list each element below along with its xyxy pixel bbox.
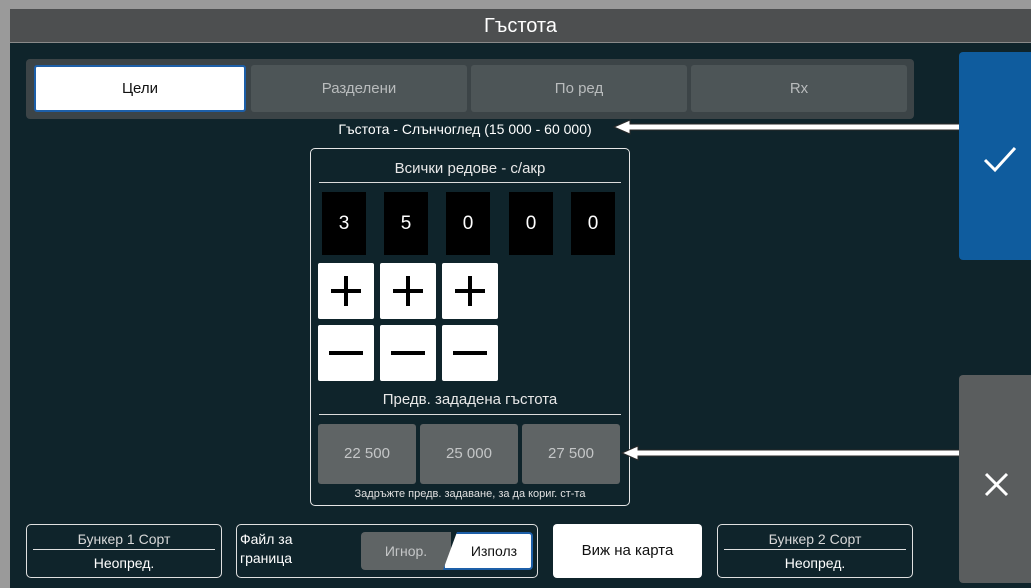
- cancel-button[interactable]: [959, 375, 1031, 583]
- check-icon: [983, 146, 1017, 173]
- plus-icon: [455, 276, 485, 306]
- tab-by-row[interactable]: По ред: [471, 65, 687, 112]
- boundary-file-toggle[interactable]: Игнор. Използ: [361, 532, 533, 570]
- tab-split[interactable]: Разделени: [251, 65, 467, 112]
- bin2-variety-box[interactable]: Бункер 2 Сорт Неопред.: [717, 524, 913, 578]
- minus-icon: [453, 351, 487, 355]
- digit-3[interactable]: 0: [446, 192, 490, 255]
- bin1-variety-box[interactable]: Бункер 1 Сорт Неопред.: [26, 524, 222, 578]
- tab-bar: Цели Разделени По ред Rx: [26, 59, 914, 119]
- decrement-button-2[interactable]: [380, 325, 436, 381]
- density-range-label: Гъстота - Слънчоглед (15 000 - 60 000): [338, 121, 592, 137]
- panel-title: Всички редове - с/акр: [319, 155, 621, 183]
- dialog-title: Гъстота: [10, 9, 1031, 43]
- decrement-button-1[interactable]: [318, 325, 374, 381]
- confirm-button[interactable]: [959, 52, 1031, 260]
- plus-icon: [393, 276, 423, 306]
- bin2-title: Бункер 2 Сорт: [724, 528, 906, 550]
- toggle-ignore[interactable]: Игнор.: [361, 532, 451, 570]
- close-icon: [984, 472, 1009, 497]
- plus-icon: [331, 276, 361, 306]
- view-map-button[interactable]: Виж на карта: [553, 524, 702, 578]
- density-panel: Всички редове - с/акр 3 5 0 0 0 Предв. з…: [310, 148, 630, 506]
- minus-icon: [329, 351, 363, 355]
- digit-5[interactable]: 0: [571, 192, 615, 255]
- boundary-file-box: Файл за граница Игнор. Използ: [236, 524, 538, 578]
- tab-rx[interactable]: Rx: [691, 65, 907, 112]
- bin1-title: Бункер 1 Сорт: [33, 528, 215, 550]
- increment-button-3[interactable]: [442, 263, 498, 319]
- preset-hint: Задръжте предв. задаване, за да кориг. с…: [354, 488, 586, 500]
- preset-button-3[interactable]: 27 500: [522, 424, 620, 484]
- decrement-button-3[interactable]: [442, 325, 498, 381]
- tab-whole[interactable]: Цели: [34, 65, 246, 112]
- preset-button-2[interactable]: 25 000: [420, 424, 518, 484]
- bin1-value: Неопред.: [93, 555, 155, 571]
- digit-4[interactable]: 0: [509, 192, 553, 255]
- preset-title: Предв. зададена гъстота: [319, 385, 621, 415]
- increment-button-1[interactable]: [318, 263, 374, 319]
- increment-button-2[interactable]: [380, 263, 436, 319]
- preset-button-1[interactable]: 22 500: [318, 424, 416, 484]
- boundary-file-label: Файл за граница: [240, 531, 293, 566]
- digit-1[interactable]: 3: [322, 192, 366, 255]
- bin2-value: Неопред.: [784, 555, 846, 571]
- minus-icon: [391, 351, 425, 355]
- toggle-use[interactable]: Използ: [443, 532, 533, 570]
- digit-2[interactable]: 5: [384, 192, 428, 255]
